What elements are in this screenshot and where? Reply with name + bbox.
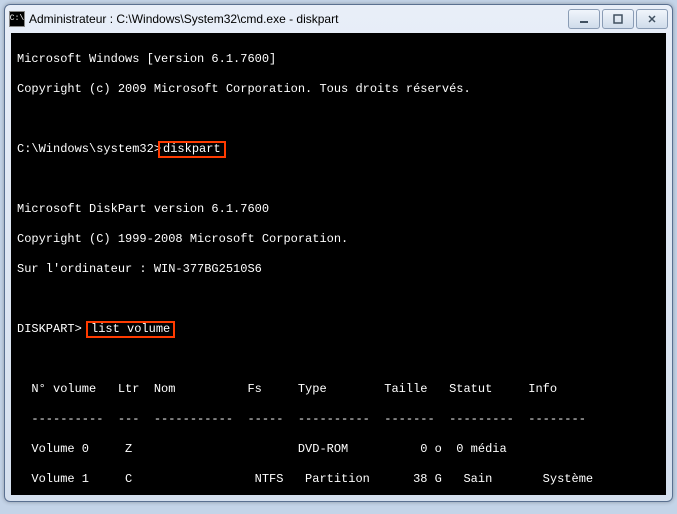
diskpart-header: Copyright (C) 1999-2008 Microsoft Corpor… (17, 232, 660, 247)
terminal-area[interactable]: Microsoft Windows [version 6.1.7600] Cop… (11, 33, 666, 495)
typed-command: list volume (86, 321, 175, 338)
volume-row: Volume 1 C NTFS Partition 38 G Sain Syst… (17, 472, 660, 487)
minimize-button[interactable] (568, 9, 600, 29)
cmd-window: C:\ Administrateur : C:\Windows\System32… (4, 4, 673, 502)
header-line: Copyright (c) 2009 Microsoft Corporation… (17, 82, 660, 97)
header-line: Microsoft Windows [version 6.1.7600] (17, 52, 660, 67)
titlebar: C:\ Administrateur : C:\Windows\System32… (5, 5, 672, 33)
prompt: C:\Windows\system32> (17, 142, 161, 156)
maximize-button[interactable] (602, 9, 634, 29)
volume-row: Volume 0 Z DVD-ROM 0 o 0 média (17, 442, 660, 457)
typed-command: diskpart (158, 141, 226, 158)
diskpart-header: Microsoft DiskPart version 6.1.7600 (17, 202, 660, 217)
window-controls (566, 9, 668, 29)
cmd-icon: C:\ (9, 11, 25, 27)
close-button[interactable] (636, 9, 668, 29)
volume-divider: ---------- --- ----------- ----- -------… (17, 412, 660, 427)
volume-header: N° volume Ltr Nom Fs Type Taille Statut … (17, 382, 660, 397)
diskpart-header: Sur l'ordinateur : WIN-377BG2510S6 (17, 262, 660, 277)
diskpart-prompt: DISKPART> (17, 322, 82, 336)
window-title: Administrateur : C:\Windows\System32\cmd… (29, 12, 566, 26)
